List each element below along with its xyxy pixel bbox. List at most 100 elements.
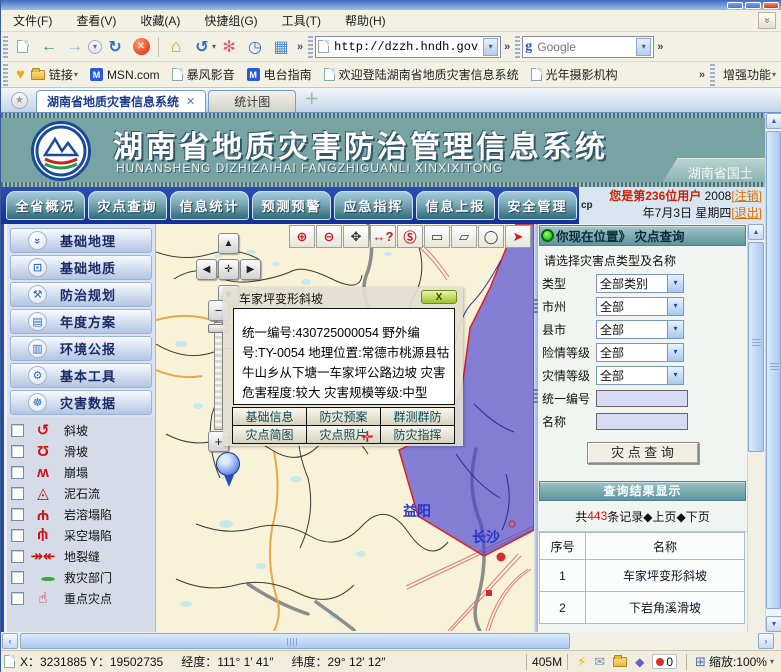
menu-tools[interactable]: 工具(T) [270, 10, 333, 31]
scrollbar-thumb[interactable] [766, 131, 781, 609]
address-dropdown-button[interactable]: ▾ [483, 38, 498, 56]
scroll-left-icon[interactable]: ‹ [2, 633, 18, 649]
polygon-select-icon[interactable]: ▱ [451, 225, 477, 248]
popup-close-button[interactable]: X [421, 290, 457, 304]
layer-checkbox[interactable] [11, 508, 24, 521]
popup-command-button[interactable]: 防灾指挥 [380, 425, 455, 444]
bookmark-photo[interactable]: 光年摄影机构 [531, 66, 618, 83]
popup-sketch-button[interactable]: 灾点简图 [232, 425, 307, 444]
menu-overflow-button[interactable]: » [758, 12, 776, 29]
resize-icon[interactable]: ⊞ [695, 654, 706, 670]
pan-center-button[interactable]: ✛ [218, 259, 239, 280]
bookmark-msn[interactable]: MMSN.com [90, 68, 160, 82]
blocked-counter[interactable]: 0 [652, 654, 677, 669]
circle-select-icon[interactable]: ◯ [478, 225, 504, 248]
pan-up-button[interactable]: ▲ [218, 233, 239, 254]
menu-groups[interactable]: 快捷组(G) [192, 10, 269, 31]
rect-select-icon[interactable]: ▭ [424, 225, 450, 248]
scroll-down-icon[interactable]: ▼ [766, 616, 781, 632]
page-horizontal-scrollbar[interactable]: ‹ › [1, 632, 776, 650]
map-marker-icon[interactable] [216, 452, 240, 476]
search-input[interactable] [535, 39, 633, 55]
history-dropdown-button[interactable]: ▾ [88, 40, 102, 54]
sidebar-item-basic-tools[interactable]: ⚙基本工具 [10, 363, 152, 388]
back-button[interactable]: ← [37, 35, 61, 59]
tab-close-icon[interactable]: ✕ [186, 95, 195, 108]
nav-disaster-query[interactable]: 灾点查询 [88, 191, 167, 220]
layer-checkbox[interactable] [11, 529, 24, 542]
favorites-heart-icon[interactable]: ♥ [16, 66, 25, 83]
menu-file[interactable]: 文件(F) [1, 10, 64, 31]
zoom-dropdown-icon[interactable]: ▾ [770, 657, 774, 666]
layer-checkbox[interactable] [11, 466, 24, 479]
risk-level-select[interactable]: 全部▾ [596, 343, 684, 362]
name-input[interactable] [596, 413, 688, 430]
scroll-up-icon[interactable]: ▲ [766, 113, 781, 129]
search-dropdown-button[interactable]: ▾ [636, 38, 651, 56]
bookmark-links[interactable]: 链接▾ [31, 66, 78, 83]
bookmark-hunan-system[interactable]: 欢迎登陆湖南省地质灾害信息系统 [324, 66, 519, 83]
zoom-level[interactable]: 缩放:100% [709, 653, 767, 670]
menu-help[interactable]: 帮助(H) [333, 10, 398, 31]
search-overflow-icon[interactable]: » [657, 41, 663, 53]
next-page-link[interactable]: ◆下页 [677, 508, 710, 525]
scroll-right-icon[interactable]: › [758, 633, 774, 649]
unified-id-input[interactable] [596, 390, 688, 407]
page-vertical-scrollbar[interactable]: ▲ ▼ [765, 113, 781, 632]
toolbar-grip[interactable] [3, 36, 8, 58]
measure-icon[interactable]: ↔? [370, 225, 396, 248]
toolbar-grip[interactable] [308, 36, 313, 58]
sidebar-item-disaster-data[interactable]: ☸灾害数据 [10, 390, 152, 415]
city-select[interactable]: 全部▾ [596, 297, 684, 316]
zoom-out-icon[interactable]: ⊖ [316, 225, 342, 248]
tab-stats[interactable]: 统计图 [208, 90, 296, 112]
diamond-icon[interactable]: ◆ [635, 655, 644, 669]
nav-forecast-warning[interactable]: 预测预警 [252, 191, 331, 220]
tab-main[interactable]: 湖南省地质灾害信息系统✕ [36, 90, 206, 112]
layer-checkbox[interactable] [11, 445, 24, 458]
prev-page-link[interactable]: ◆上页 [643, 508, 676, 525]
new-folder-icon[interactable] [613, 657, 627, 667]
query-button[interactable]: 灾 点 查 询 [587, 442, 699, 464]
popup-basic-info-button[interactable]: 基础信息 [232, 407, 307, 426]
new-tab-button[interactable]: ＋ [304, 88, 319, 109]
toolbar-grip[interactable] [710, 64, 715, 86]
nav-emergency-command[interactable]: 应急指挥 [334, 191, 413, 220]
logout-link[interactable]: [注销] [731, 189, 762, 203]
tab-star-button[interactable]: ★ [11, 92, 28, 109]
window-tile-button[interactable]: ▦ [269, 35, 293, 59]
address-input[interactable] [332, 39, 480, 55]
scrollbar-thumb[interactable] [748, 242, 764, 452]
table-row[interactable]: 2 下岩角溪滑坡 [540, 592, 745, 624]
nav-info-stats[interactable]: 信息统计 [170, 191, 249, 220]
zoom-in-icon[interactable]: ⊕ [289, 225, 315, 248]
popup-group-monitor-button[interactable]: 群测群防 [380, 407, 455, 426]
layer-checkbox[interactable] [11, 424, 24, 437]
sidebar-item-base-geology[interactable]: ⊡基础地质 [10, 255, 152, 280]
layer-checkbox[interactable] [11, 550, 24, 563]
pan-icon[interactable]: ✥ [343, 225, 369, 248]
enhance-button[interactable]: 增强功能▾ [723, 66, 776, 83]
point-select-icon[interactable]: ➤ [505, 225, 531, 248]
toolbar-grip[interactable] [515, 36, 520, 58]
history-clock-button[interactable]: ◷ [243, 35, 267, 59]
close-button[interactable] [763, 2, 779, 9]
bookmark-radio[interactable]: M电台指南 [247, 66, 312, 83]
layer-checkbox[interactable] [11, 571, 24, 584]
sidebar-item-prevention-plan[interactable]: ⚒防治规划 [10, 282, 152, 307]
minimize-button[interactable] [727, 2, 743, 9]
layer-checkbox[interactable] [11, 592, 24, 605]
nav-info-report[interactable]: 信息上报 [416, 191, 495, 220]
map-view[interactable]: 益阳 长沙 ⊕ ⊖ ✥ ↔? Ⓢ ▭ ▱ ◯ ➤ ▲ ◀ ✛ ▶ ▼ − [156, 224, 534, 632]
pan-right-button[interactable]: ▶ [240, 259, 261, 280]
panel-scrollbar[interactable]: ▲ [747, 224, 764, 632]
menu-favorites[interactable]: 收藏(A) [128, 10, 192, 31]
magic-wand-button[interactable]: ✻ [217, 35, 241, 59]
popup-prevention-plan-button[interactable]: 防灾预案 [306, 407, 381, 426]
exit-link[interactable]: [退出] [731, 206, 762, 220]
disaster-level-select[interactable]: 全部▾ [596, 366, 684, 385]
nav-security-mgmt[interactable]: 安全管理 [498, 191, 577, 220]
stop-button[interactable]: ✕ [129, 35, 153, 59]
maximize-button[interactable] [745, 2, 761, 9]
bookmarks-overflow-icon[interactable]: » [699, 69, 705, 81]
